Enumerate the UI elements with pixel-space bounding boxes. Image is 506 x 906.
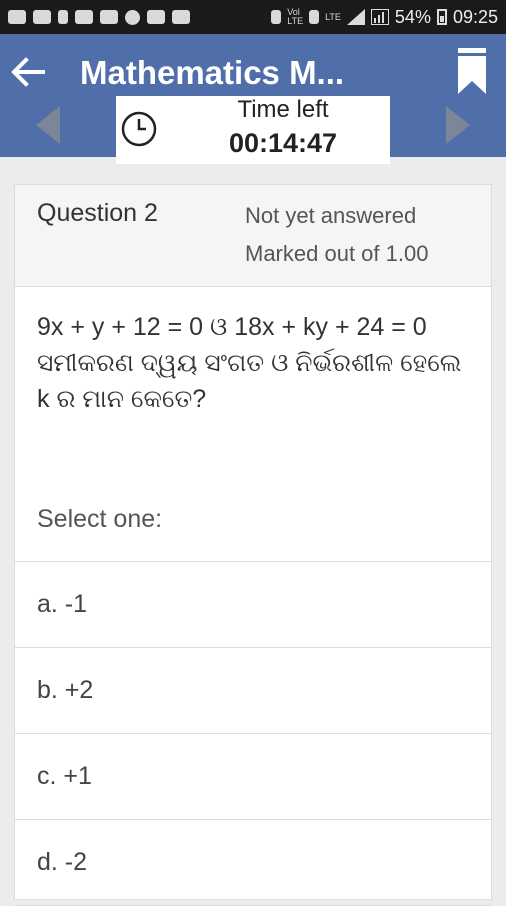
app-icon <box>147 10 165 24</box>
previous-question-icon[interactable] <box>34 106 62 144</box>
nfc-icon <box>309 10 320 24</box>
timer-value: 00:14:47 <box>228 128 338 158</box>
option-a[interactable]: a. -1 <box>15 562 491 648</box>
bookmark-icon[interactable] <box>458 48 486 94</box>
question-header: Question 2 Not yet answered Marked out o… <box>15 185 491 287</box>
select-prompt: Select one: <box>37 505 163 533</box>
mute-icon <box>271 10 282 24</box>
option-b[interactable]: b. +2 <box>15 648 491 734</box>
answer-status: Not yet answered <box>245 203 417 228</box>
question-marks: Marked out of 1.00 <box>245 241 429 266</box>
person-icon <box>58 10 68 24</box>
volte-indicator: Vol LTE <box>287 7 304 26</box>
back-button[interactable] <box>8 52 48 92</box>
question-body: 9x + y + 12 = 0 ଓ 18x + ky + 24 = 0 ସମୀକ… <box>15 287 491 562</box>
option-c[interactable]: c. +1 <box>15 734 491 820</box>
youtube-icon <box>75 10 93 24</box>
signal-icon <box>346 9 365 25</box>
timer-box: Time left 00:14:47 <box>116 96 390 164</box>
clock-icon <box>121 111 157 147</box>
system-icons: Vol LTE LTE 54% 09:25 <box>271 7 498 28</box>
question-card: Question 2 Not yet answered Marked out o… <box>14 184 492 906</box>
mail-icon <box>100 10 118 24</box>
signal-icon-2 <box>370 9 389 25</box>
question-text: 9x + y + 12 = 0 ଓ 18x + ky + 24 = 0 ସମୀକ… <box>37 313 462 413</box>
message-icon <box>8 10 26 24</box>
lte-indicator: LTE <box>325 11 341 22</box>
gallery-icon <box>33 10 51 24</box>
whatsapp-icon <box>125 9 140 25</box>
notification-icons <box>8 9 190 25</box>
question-number: Question 2 <box>37 199 158 227</box>
battery-percent: 54% <box>394 6 431 27</box>
back-arrow-icon <box>11 57 45 87</box>
status-bar: Vol LTE LTE 54% 09:25 <box>0 0 506 34</box>
photo-icon <box>172 10 190 24</box>
option-d[interactable]: d. -2 <box>15 820 491 906</box>
page-title: Mathematics M... <box>80 54 345 91</box>
next-question-icon[interactable] <box>444 106 472 144</box>
app-bar: Mathematics M... Time left 00:14:47 <box>0 34 506 164</box>
timer-label: Time left <box>237 96 329 123</box>
battery-icon <box>436 9 447 25</box>
clock-time: 09:25 <box>452 6 498 27</box>
